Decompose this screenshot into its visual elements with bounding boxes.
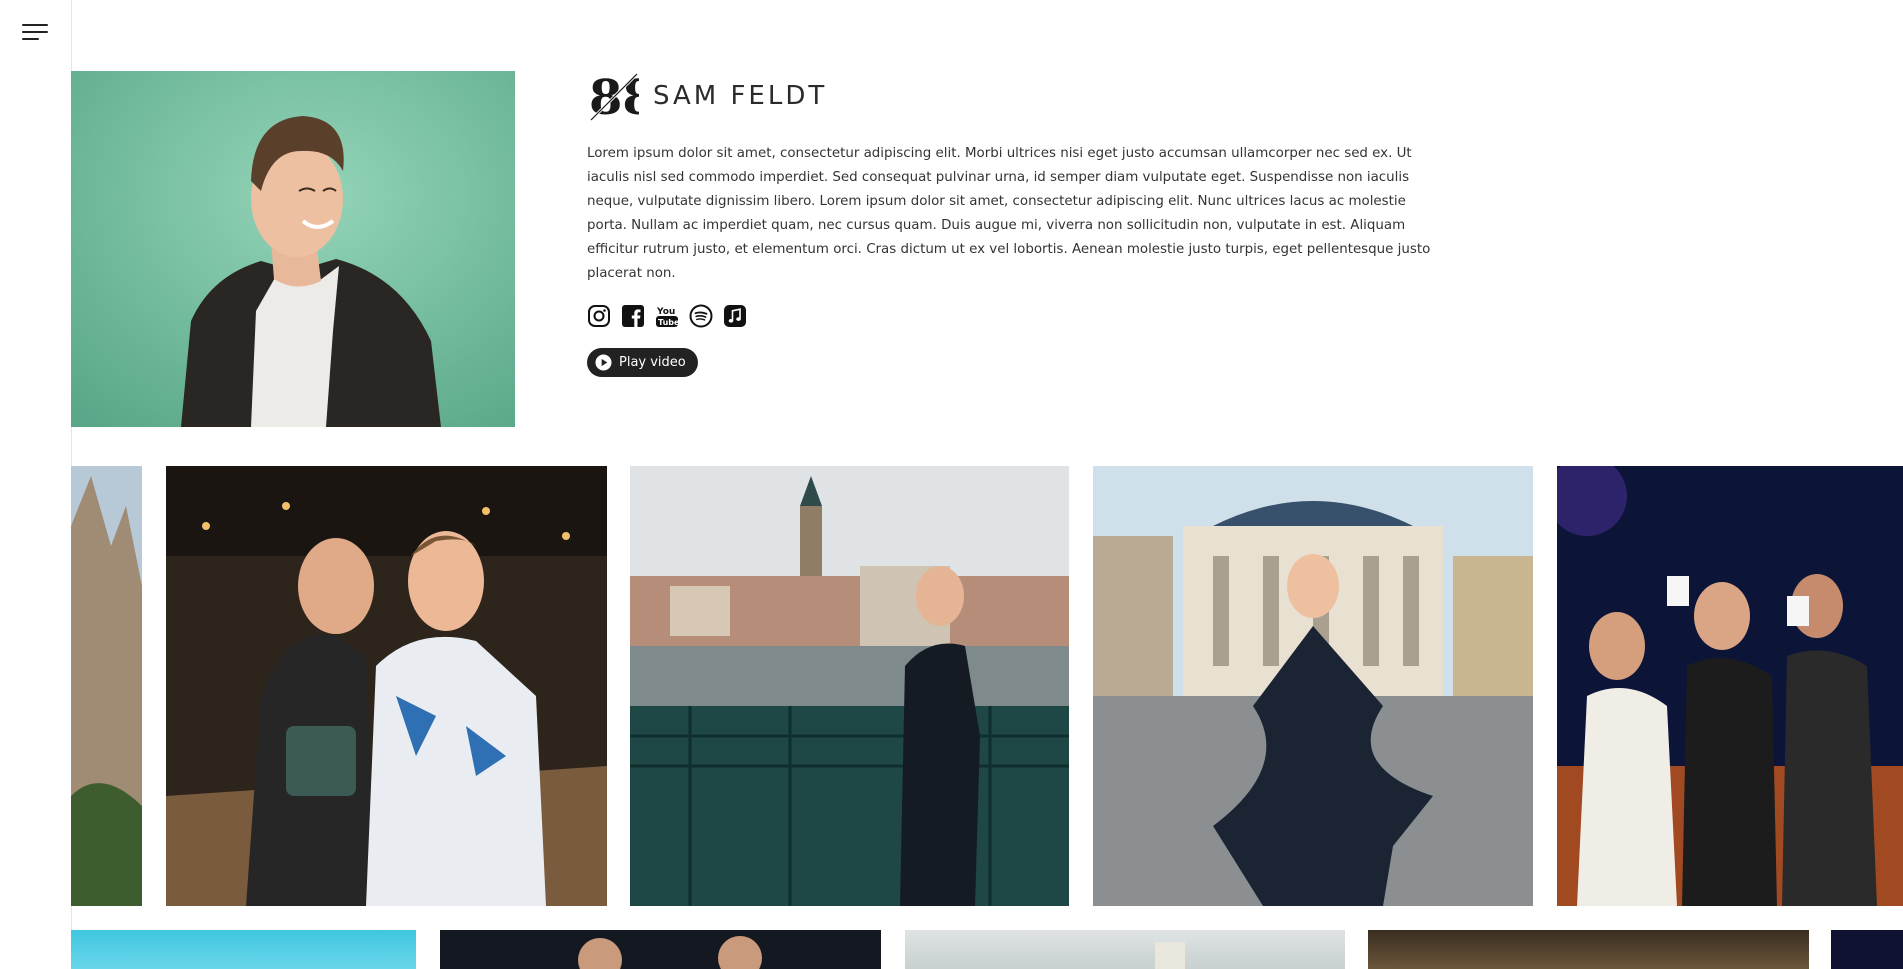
gallery-photo[interactable] (905, 930, 1345, 969)
social-links: You Tube (587, 304, 1437, 328)
play-video-label: Play video (619, 355, 686, 370)
svg-text:Tube: Tube (658, 318, 679, 327)
hamburger-menu-icon[interactable] (22, 23, 48, 43)
artist-portrait (71, 71, 515, 427)
spotify-icon[interactable] (689, 304, 713, 328)
photo-gallery-row-2 (71, 930, 1903, 969)
gallery-photo[interactable] (1368, 930, 1809, 969)
svg-text:You: You (656, 307, 675, 317)
gallery-photo[interactable] (166, 466, 607, 906)
play-icon (595, 354, 612, 371)
88-logo-icon: 88 (589, 70, 639, 122)
youtube-icon[interactable]: You Tube (655, 304, 679, 328)
photo-gallery (71, 466, 1903, 906)
gallery-photo[interactable] (630, 466, 1069, 906)
instagram-icon[interactable] (587, 304, 611, 328)
apple-music-icon[interactable] (723, 304, 747, 328)
gallery-photo[interactable] (440, 930, 881, 969)
gallery-photo[interactable] (71, 466, 142, 906)
artist-header: 88 SAM FELDT (587, 70, 1437, 122)
sidebar (0, 0, 72, 969)
artist-name: SAM FELDT (653, 81, 828, 111)
play-video-button[interactable]: Play video (587, 348, 698, 377)
gallery-photo[interactable] (1557, 466, 1903, 906)
gallery-photo[interactable] (1831, 930, 1903, 969)
artist-bio: Lorem ipsum dolor sit amet, consectetur … (587, 146, 1431, 281)
artist-profile: 88 SAM FELDT Lorem ipsum dolor sit amet,… (587, 70, 1437, 377)
gallery-photo[interactable] (1093, 466, 1533, 906)
gallery-photo[interactable] (71, 930, 416, 969)
facebook-icon[interactable] (621, 304, 645, 328)
